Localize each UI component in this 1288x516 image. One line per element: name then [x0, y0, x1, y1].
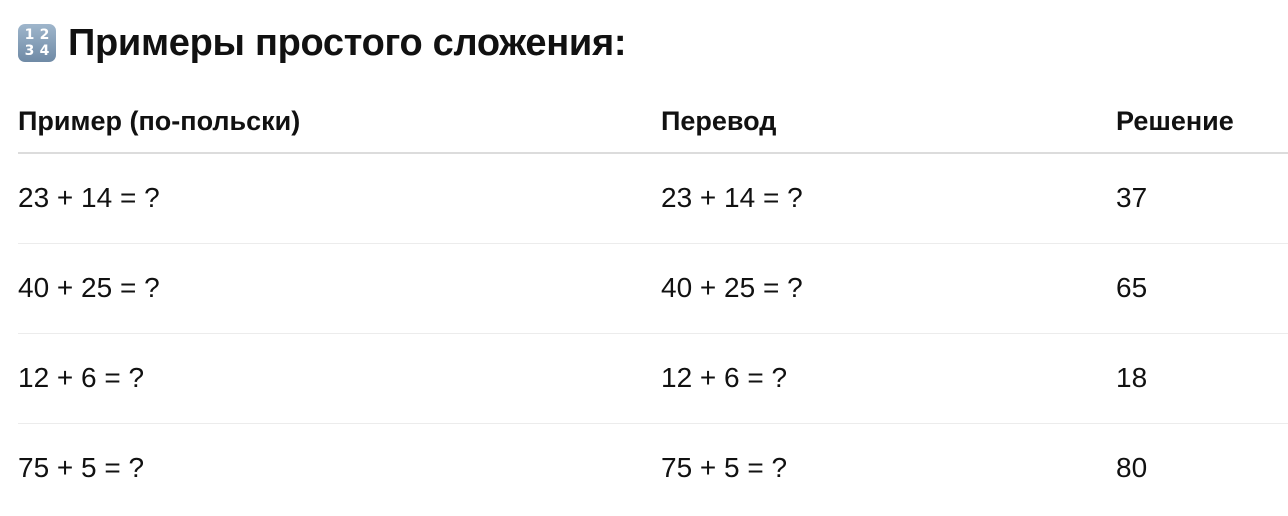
translation-cell: 40 + 25 = ? — [661, 272, 803, 303]
addition-table: Пример (по-польски) Перевод Решение 23 +… — [18, 88, 1288, 514]
solution-cell: 80 — [1116, 452, 1148, 483]
page-heading: 1 2 3 4 Примеры простого сложения: — [18, 22, 626, 64]
solution-cell: 65 — [1116, 272, 1148, 303]
table-row: 75 + 5 = ? 75 + 5 = ? 80 — [18, 424, 1288, 514]
translation-cell: 23 + 14 = ? — [661, 182, 803, 213]
solution-cell: 37 — [1116, 182, 1148, 213]
translation-cell: 12 + 6 = ? — [661, 362, 788, 393]
column-header-example: Пример (по-польски) — [18, 106, 301, 136]
example-cell: 75 + 5 = ? — [18, 452, 145, 483]
table-row: 12 + 6 = ? 12 + 6 = ? 18 — [18, 334, 1288, 424]
example-cell: 40 + 25 = ? — [18, 272, 160, 303]
icon-digit: 2 — [39, 27, 50, 43]
icon-digit: 4 — [39, 43, 50, 59]
column-header-solution: Решение — [1116, 106, 1234, 136]
icon-digit: 3 — [24, 43, 35, 59]
icon-digit: 1 — [24, 27, 35, 43]
example-cell: 12 + 6 = ? — [18, 362, 145, 393]
solution-cell: 18 — [1116, 362, 1148, 393]
translation-cell: 75 + 5 = ? — [661, 452, 788, 483]
table-header-row: Пример (по-польски) Перевод Решение — [18, 88, 1288, 154]
column-header-translation: Перевод — [661, 106, 777, 136]
example-cell: 23 + 14 = ? — [18, 182, 160, 213]
input-numbers-icon: 1 2 3 4 — [18, 24, 56, 62]
page-title: Примеры простого сложения: — [68, 21, 627, 64]
table-row: 23 + 14 = ? 23 + 14 = ? 37 — [18, 154, 1288, 244]
table-row: 40 + 25 = ? 40 + 25 = ? 65 — [18, 244, 1288, 334]
